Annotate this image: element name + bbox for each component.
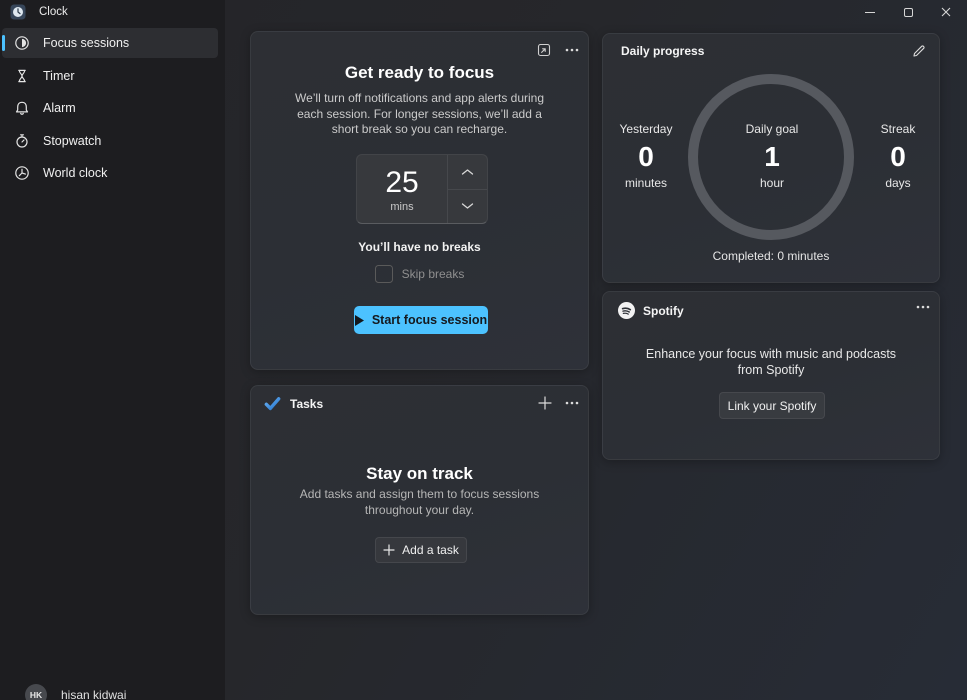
- stat-yesterday: Yesterday 0 minutes: [603, 122, 689, 191]
- skip-breaks-label: Skip breaks: [402, 267, 465, 281]
- sidebar-item-label: Alarm: [43, 101, 76, 115]
- tasks-icon: [264, 395, 281, 412]
- link-spotify-button[interactable]: Link your Spotify: [719, 392, 825, 419]
- spotify-card-title: Spotify: [643, 304, 684, 318]
- stat-unit: days: [855, 176, 941, 191]
- chevron-up-icon: [461, 168, 474, 176]
- add-task-button[interactable]: Add a task: [375, 537, 467, 563]
- spotify-description: Enhance your focus with music and podcas…: [643, 346, 899, 378]
- user-account[interactable]: HK hisan kidwai: [25, 684, 126, 700]
- clock-app-icon: [10, 4, 26, 20]
- stat-value: 1: [729, 139, 815, 175]
- stopwatch-icon: [14, 133, 30, 149]
- popout-icon[interactable]: [536, 42, 552, 58]
- completed-status: Completed: 0 minutes: [603, 249, 939, 263]
- more-icon[interactable]: [916, 305, 930, 309]
- sidebar-item-alarm[interactable]: Alarm: [2, 93, 218, 123]
- focus-duration-value-area[interactable]: 25 mins: [357, 155, 447, 223]
- stat-label: Daily goal: [729, 122, 815, 137]
- tasks-card: Tasks Stay on track Add tasks and assign…: [250, 385, 589, 615]
- more-icon[interactable]: [565, 48, 579, 52]
- titlebar: Clock: [0, 0, 68, 24]
- daily-progress-title: Daily progress: [621, 44, 704, 58]
- focus-sessions-icon: [14, 35, 30, 51]
- daily-progress-card: Daily progress Yesterday 0 minutes Daily…: [602, 33, 940, 283]
- maximize-button[interactable]: [889, 0, 927, 24]
- user-name: hisan kidwai: [61, 688, 126, 700]
- close-button[interactable]: [927, 0, 965, 24]
- pencil-icon[interactable]: [911, 43, 927, 59]
- plus-icon: [383, 544, 395, 556]
- sidebar: Clock Focus sessions Timer Alarm: [0, 0, 225, 700]
- stat-streak: Streak 0 days: [855, 122, 941, 191]
- sidebar-item-stopwatch[interactable]: Stopwatch: [2, 126, 218, 156]
- focus-card-description: We’ll turn off notifications and app ale…: [287, 91, 552, 138]
- breaks-note: You’ll have no breaks: [251, 240, 588, 254]
- start-focus-session-label: Start focus session: [372, 313, 487, 327]
- stat-value: 0: [603, 139, 689, 175]
- start-focus-session-button[interactable]: Start focus session: [354, 306, 488, 334]
- sidebar-item-focus-sessions[interactable]: Focus sessions: [2, 28, 218, 58]
- stat-label: Yesterday: [603, 122, 689, 137]
- sidebar-item-timer[interactable]: Timer: [2, 61, 218, 91]
- tasks-heading: Stay on track: [251, 464, 588, 484]
- link-spotify-label: Link your Spotify: [728, 399, 817, 413]
- minimize-icon: [865, 12, 875, 13]
- focus-session-card: Get ready to focus We’ll turn off notifi…: [250, 31, 589, 370]
- sidebar-item-world-clock[interactable]: World clock: [2, 158, 218, 188]
- play-icon: [355, 315, 364, 326]
- maximize-icon: [904, 8, 913, 17]
- sidebar-item-label: Stopwatch: [43, 134, 101, 148]
- stat-value: 0: [855, 139, 941, 175]
- spotify-icon: [618, 302, 635, 319]
- skip-breaks-row: Skip breaks: [251, 265, 588, 283]
- avatar: HK: [25, 684, 47, 700]
- alarm-icon: [14, 100, 30, 116]
- stat-unit: hour: [729, 176, 815, 191]
- add-task-label: Add a task: [402, 543, 459, 557]
- sidebar-item-label: World clock: [43, 166, 107, 180]
- stat-unit: minutes: [603, 176, 689, 191]
- duration-increase-button[interactable]: [448, 155, 487, 190]
- world-clock-icon: [14, 165, 30, 181]
- focus-duration-value: 25: [385, 167, 418, 199]
- clock-app-window: { "titlebar": { "app_title": "Clock" }, …: [0, 0, 967, 700]
- more-icon[interactable]: [565, 401, 579, 405]
- timer-icon: [14, 68, 30, 84]
- stat-label: Streak: [855, 122, 941, 137]
- focus-duration-unit: mins: [390, 201, 413, 213]
- tasks-description: Add tasks and assign them to focus sessi…: [281, 487, 558, 518]
- focus-card-title: Get ready to focus: [251, 63, 588, 83]
- spotify-card: Spotify Enhance your focus with music an…: [602, 291, 940, 460]
- plus-icon[interactable]: [538, 396, 552, 410]
- sidebar-item-label: Focus sessions: [43, 36, 129, 50]
- app-title: Clock: [39, 6, 68, 18]
- chevron-down-icon: [461, 202, 474, 210]
- focus-duration-stepper: 25 mins: [356, 154, 488, 224]
- selected-accent-pill: [2, 35, 5, 51]
- window-controls: [851, 0, 965, 24]
- skip-breaks-checkbox[interactable]: [375, 265, 393, 283]
- close-icon: [941, 7, 951, 17]
- stat-daily-goal: Daily goal 1 hour: [729, 122, 815, 191]
- sidebar-nav: Focus sessions Timer Alarm Stopwatch: [2, 28, 218, 191]
- sidebar-item-label: Timer: [43, 69, 74, 83]
- minimize-button[interactable]: [851, 0, 889, 24]
- duration-decrease-button[interactable]: [448, 190, 487, 224]
- tasks-card-title: Tasks: [290, 397, 323, 411]
